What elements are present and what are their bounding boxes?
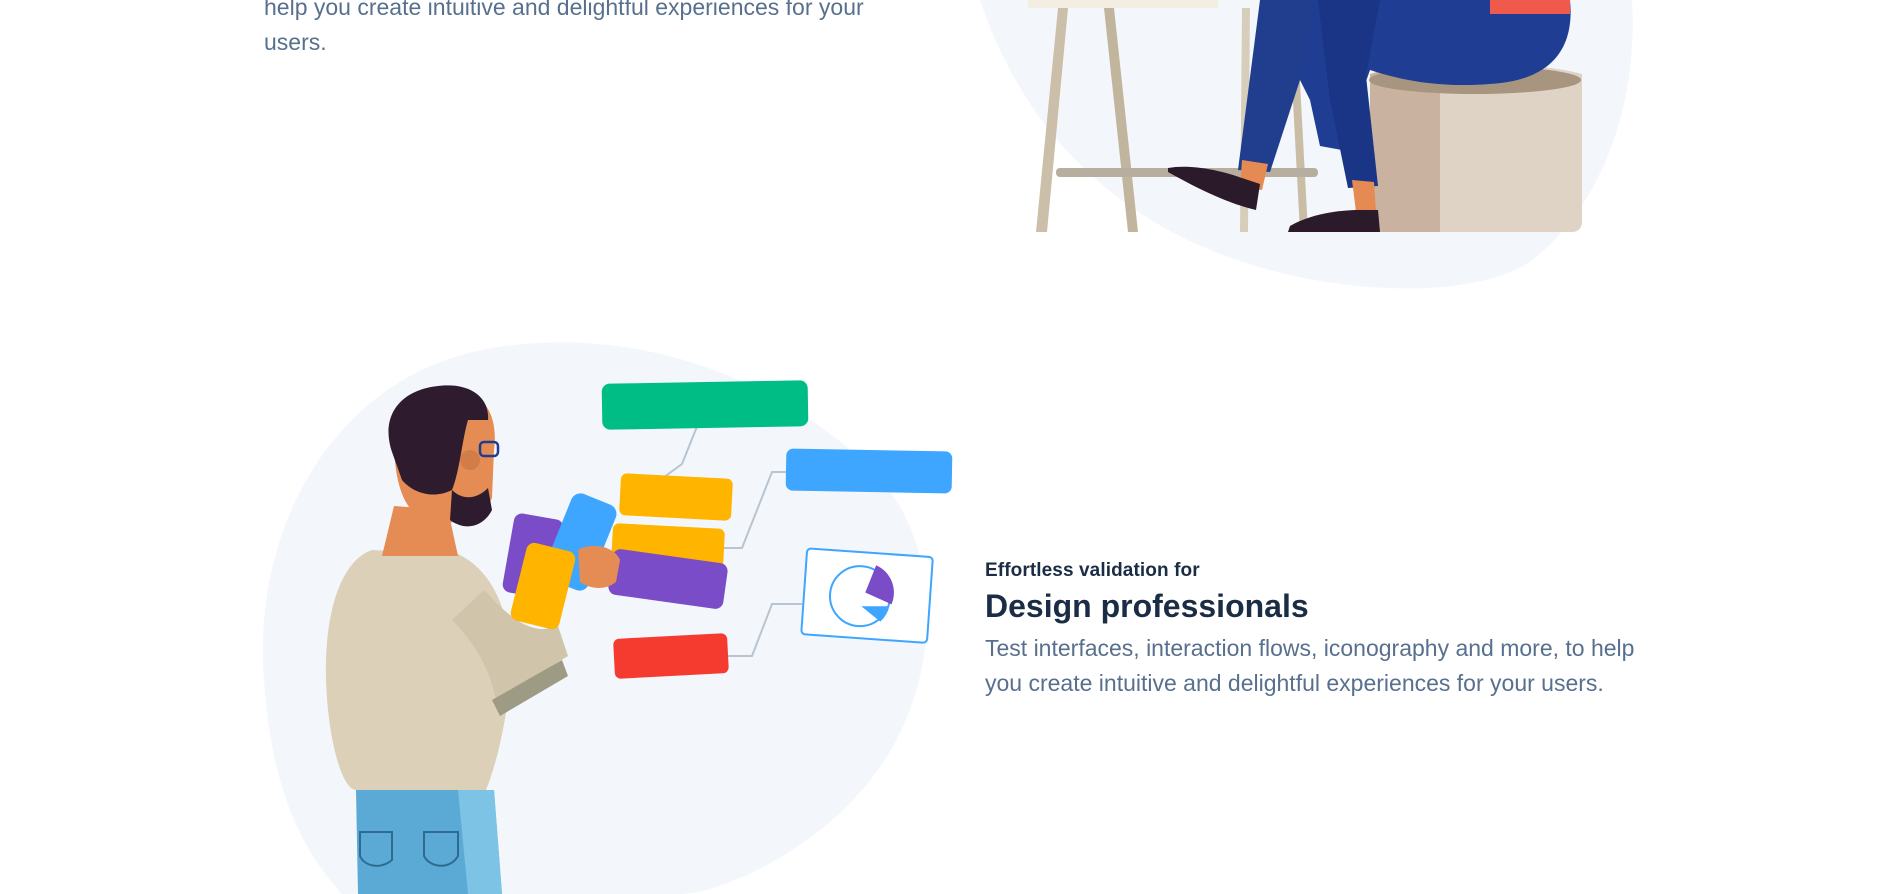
flowchart-card-red bbox=[613, 633, 729, 679]
flowchart-card-yellow bbox=[619, 473, 733, 521]
previous-feature-text: help you create intuitive and delightful… bbox=[264, 0, 914, 60]
person-sitting-illustration bbox=[970, 0, 1640, 290]
feature-section-design-professionals: Effortless validation for Design profess… bbox=[0, 290, 1881, 894]
previous-feature-description: help you create intuitive and delightful… bbox=[264, 0, 864, 55]
design-professionals-text: Effortless validation for Design profess… bbox=[985, 560, 1645, 701]
flowchart-card-blue bbox=[785, 448, 953, 494]
section-description: Test interfaces, interaction flows, icon… bbox=[985, 635, 1635, 696]
table-top bbox=[1028, 0, 1218, 8]
pie-chart-card bbox=[800, 547, 934, 644]
ankle bbox=[1352, 180, 1376, 212]
section-heading: Design professionals bbox=[985, 588, 1309, 624]
person-sweater bbox=[325, 550, 511, 790]
shirt-stripe bbox=[1490, 0, 1570, 14]
person-ear bbox=[460, 450, 480, 470]
person-hand bbox=[578, 545, 620, 588]
flowchart-card-green bbox=[601, 380, 809, 430]
feature-section-previous: help you create intuitive and delightful… bbox=[0, 0, 1881, 290]
designer-flowchart-illustration bbox=[262, 320, 962, 894]
section-kicker: Effortless validation for bbox=[985, 560, 1200, 581]
